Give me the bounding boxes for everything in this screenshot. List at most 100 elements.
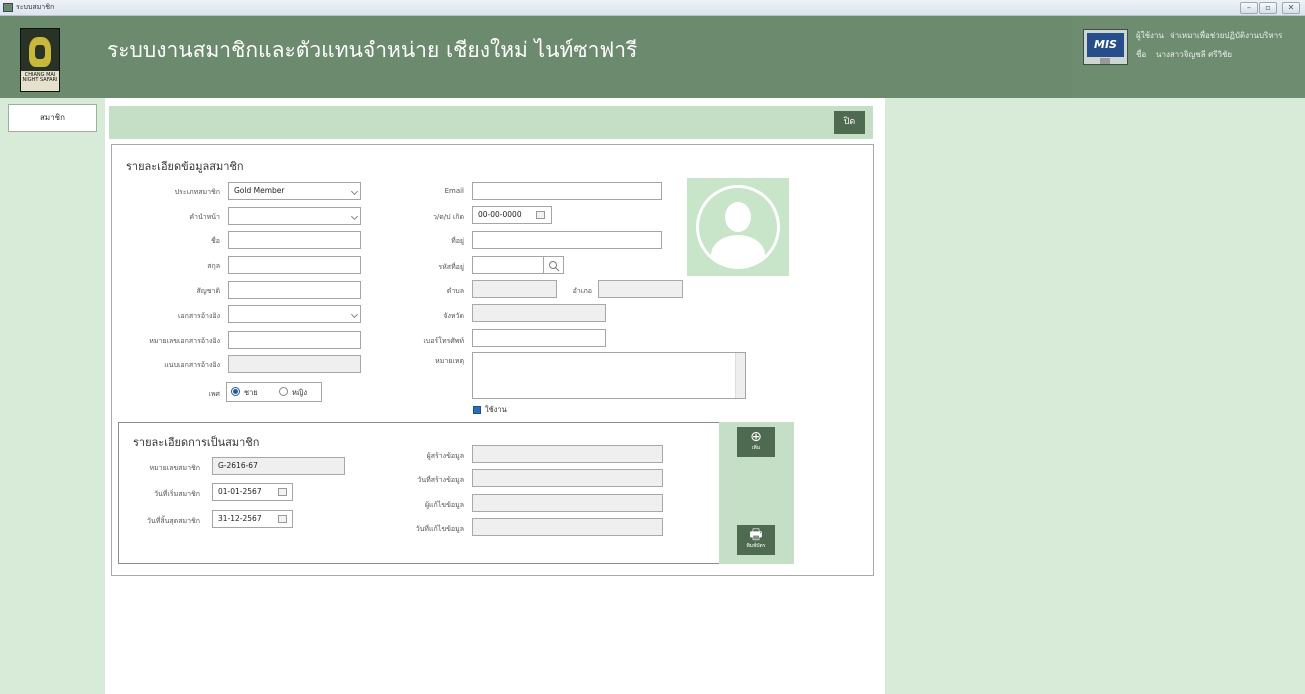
subdistrict-label: ตำบล — [446, 287, 464, 295]
membership-title: รายละเอียดการเป็นสมาชิก — [133, 436, 260, 449]
postcode-input[interactable] — [472, 256, 544, 274]
district-label: อำเภอ — [572, 287, 592, 295]
email-input[interactable] — [472, 182, 662, 200]
phone-input[interactable] — [472, 329, 606, 347]
created-by-field[interactable] — [472, 445, 663, 463]
postcode-label: รหัสที่อยู่ — [438, 263, 464, 271]
created-date-field[interactable] — [472, 469, 663, 487]
name-label: ชื่อ — [1136, 50, 1147, 59]
email-label: Email — [444, 187, 464, 195]
user-label: ผู้ใช้งาน — [1136, 31, 1164, 40]
calendar-icon[interactable] — [536, 211, 545, 219]
modified-date-field[interactable] — [472, 518, 663, 536]
minimize-button[interactable]: – — [1240, 2, 1258, 14]
birthdate-input[interactable]: 00-00-0000 — [472, 206, 552, 224]
window-title: ระบบสมาชิก — [16, 3, 55, 11]
mis-label: MIS — [1087, 33, 1124, 57]
window-titlebar: ระบบสมาชิก – ▫ ✕ — [0, 0, 1305, 16]
phone-label: เบอร์โทรศัพท์ — [423, 337, 464, 345]
member-type-label: ประเภทสมาชิก — [174, 188, 220, 196]
province-label: จังหวัด — [443, 312, 464, 320]
gender-male-label: ชาย — [244, 388, 258, 397]
plus-circle-icon: ⊕ — [750, 429, 762, 445]
nationality-label: สัญชาติ — [196, 287, 220, 295]
print-card-label: พิมพ์บัตร — [746, 543, 766, 549]
sidebar — [0, 98, 105, 694]
note-textarea[interactable] — [472, 352, 746, 399]
note-scrollbar[interactable] — [735, 353, 745, 398]
last-name-label: สกุล — [207, 262, 220, 270]
title-select[interactable] — [228, 207, 361, 225]
ref-doc-no-input[interactable] — [228, 331, 361, 349]
gender-female-label: หญิง — [292, 388, 307, 397]
start-date-label: วันที่เริ่มสมาชิก — [154, 490, 200, 498]
first-name-input[interactable] — [228, 231, 361, 249]
calendar-icon[interactable] — [278, 515, 287, 523]
add-button-label: เพิ่ม — [751, 445, 761, 451]
modified-date-label: วันที่แก้ไขข้อมูล — [415, 525, 464, 533]
address-label: ที่อยู่ — [451, 237, 464, 245]
ref-doc-attach-label: แนบเอกสารอ้างอิง — [164, 361, 220, 369]
ref-doc-label: เอกสารอ้างอิง — [178, 312, 220, 320]
title-label: คำนำหน้า — [189, 213, 220, 221]
province-field[interactable] — [472, 304, 606, 322]
ref-doc-attach-field[interactable] — [228, 355, 361, 373]
right-background — [885, 98, 1305, 694]
member-no-field[interactable]: G-2616-67 — [212, 457, 345, 475]
modified-by-label: ผู้แก้ไขข้อมูล — [424, 501, 464, 509]
nationality-input[interactable] — [228, 281, 361, 299]
user-role: จ่าเหมาเพื่อช่วยปฏิบัติงานบริหาร — [1170, 31, 1283, 40]
printer-icon: 🖶 — [749, 527, 763, 543]
add-button[interactable]: ⊕ เพิ่ม — [737, 427, 775, 457]
member-photo[interactable] — [687, 178, 789, 276]
address-input[interactable] — [472, 231, 662, 249]
chevron-down-icon — [350, 187, 359, 196]
member-type-value: Gold Member — [234, 186, 285, 195]
birthdate-label: ว/ด/ป เกิด — [432, 213, 464, 221]
mis-computer-icon: MIS — [1083, 29, 1128, 65]
close-window-button[interactable]: ✕ — [1282, 2, 1300, 14]
user-name: นางสาวจิญชลี ศรีวิชัย — [1156, 50, 1233, 59]
calendar-icon[interactable] — [278, 488, 287, 496]
district-field[interactable] — [598, 280, 683, 298]
search-icon — [549, 261, 560, 272]
ref-doc-select[interactable] — [228, 305, 361, 323]
created-date-label: วันที่สร้างข้อมูล — [417, 476, 464, 484]
modified-by-field[interactable] — [472, 494, 663, 512]
sidebar-item-members[interactable]: สมาชิก — [8, 104, 97, 132]
member-no-value: G-2616-67 — [218, 461, 258, 470]
night-safari-logo: CHIANG MAI NIGHT SAFARI — [20, 28, 60, 92]
logo-emblem — [29, 37, 51, 67]
start-date-value: 01-01-2567 — [218, 487, 262, 496]
maximize-button[interactable]: ▫ — [1259, 2, 1277, 14]
gender-female-radio[interactable] — [279, 387, 288, 396]
logo-text: CHIANG MAI NIGHT SAFARI — [22, 72, 58, 83]
app-icon — [3, 3, 13, 12]
start-date-input[interactable]: 01-01-2567 — [212, 483, 293, 501]
end-date-value: 31-12-2567 — [218, 514, 262, 523]
gender-label: เพศ — [208, 390, 220, 398]
active-checkbox[interactable] — [473, 406, 481, 414]
active-label: ใช้งาน — [485, 405, 507, 414]
last-name-input[interactable] — [228, 256, 361, 274]
subdistrict-field[interactable] — [472, 280, 557, 298]
member-detail-title: รายละเอียดข้อมูลสมาชิก — [126, 160, 244, 173]
note-label: หมายเหตุ — [435, 357, 464, 365]
chevron-down-icon — [350, 310, 359, 319]
toolbar — [109, 106, 873, 139]
end-date-input[interactable]: 31-12-2567 — [212, 510, 293, 528]
postcode-search-button[interactable] — [543, 256, 564, 274]
user-panel: MIS ผู้ใช้งาน จ่าเหมาเพื่อช่วยปฏิบัติงาน… — [1072, 16, 1305, 98]
close-button[interactable]: ปิด — [834, 111, 865, 134]
chevron-down-icon — [350, 212, 359, 221]
birthdate-value: 00-00-0000 — [478, 210, 522, 219]
gender-group: ชาย หญิง — [226, 382, 322, 402]
member-type-select[interactable]: Gold Member — [228, 182, 361, 200]
print-card-button[interactable]: 🖶 พิมพ์บัตร — [737, 525, 775, 555]
ref-doc-no-label: หมายเลขเอกสารอ้างอิง — [149, 337, 220, 345]
gender-male-radio[interactable] — [231, 387, 240, 396]
end-date-label: วันที่สิ้นสุดสมาชิก — [146, 517, 200, 525]
created-by-label: ผู้สร้างข้อมูล — [426, 452, 464, 460]
first-name-label: ชื่อ — [211, 237, 220, 245]
page-title: ระบบงานสมาชิกและตัวแทนจำหน่าย เชียงใหม่ … — [107, 38, 638, 62]
